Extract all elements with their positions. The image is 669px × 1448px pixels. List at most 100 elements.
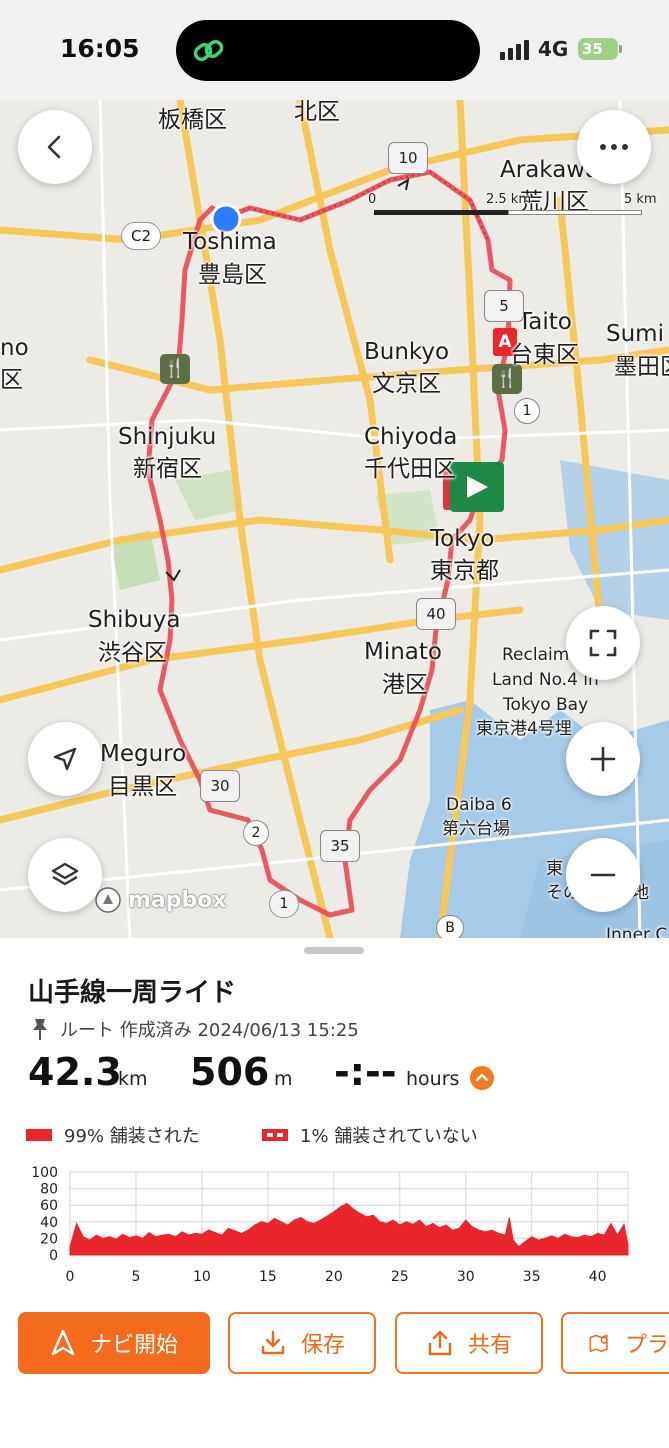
elevation-chart[interactable]: 0204060801000 5 10 15 20 25 30 35 40 — [0, 1162, 669, 1292]
start-marker[interactable]: A — [493, 330, 517, 354]
chevron-up-icon — [475, 1073, 489, 1082]
map-label-meguro: Meguro — [100, 741, 187, 767]
expand-icon — [589, 629, 617, 657]
more-options-button[interactable] — [577, 110, 651, 184]
km-marker: 5 — [484, 290, 524, 322]
map-pin-icon — [589, 1334, 608, 1352]
legend-paved-swatch — [26, 1129, 52, 1141]
back-button[interactable] — [18, 110, 92, 184]
share-icon — [428, 1330, 452, 1356]
map-label-chiyoda-jp: 千代田区 — [364, 456, 456, 482]
mapbox-text: mapbox — [128, 887, 227, 913]
distance-unit: km — [118, 1068, 148, 1090]
map-label-tokyo-port: 東京港4号埋 — [476, 719, 572, 739]
map-label-daiba-jp: 第六台場 — [442, 819, 510, 839]
chart-y-tick-label: 80 — [40, 1182, 58, 1198]
chevron-left-icon — [47, 135, 61, 159]
road-shield: C2 — [121, 222, 161, 250]
map-label-minato-jp: 港区 — [382, 672, 428, 698]
fullscreen-button[interactable] — [566, 606, 640, 680]
elevation-value: 506 — [190, 1050, 270, 1094]
share-label: 共有 — [467, 1333, 512, 1358]
chart-y-tick-label: 0 — [49, 1248, 58, 1264]
legend-unpaved-label: 1% 舗装されていない — [300, 1126, 478, 1147]
pin-icon — [33, 1019, 47, 1040]
map-label-edge-left: no — [0, 335, 29, 361]
chart-x-tick-label: 20 — [325, 1269, 343, 1285]
map-label-reclaim: Reclaim — [502, 645, 570, 665]
legend-unpaved-swatch — [262, 1129, 288, 1141]
chart-x-tick-label: 5 — [131, 1269, 140, 1285]
map-label-taito: Taito — [518, 309, 572, 335]
scale-bar-dark — [374, 210, 508, 215]
road-shield: 1 — [269, 890, 299, 918]
ellipsis-icon — [600, 144, 628, 150]
map-scale: 0 2.5 km 5 km — [368, 190, 663, 230]
map-label-kita: 北区 — [294, 100, 340, 125]
legend-paved: 99% 舗装された — [26, 1122, 200, 1148]
chart-y-tick-label: 40 — [40, 1215, 58, 1231]
restaurant-icon[interactable]: 🍴 — [160, 354, 190, 384]
route-map[interactable]: 板橋区 北区 Arakawa 荒川区 Toshima 豊島区 Taito 台東区… — [0, 100, 669, 938]
speed-settings-button[interactable] — [470, 1066, 494, 1090]
sheet-grabber[interactable] — [304, 947, 364, 954]
route-meta-text: ルート 作成済み 2024/06/13 15:25 — [60, 1020, 359, 1041]
share-button[interactable]: 共有 — [395, 1312, 543, 1374]
road-shield: B — [436, 915, 464, 938]
navigation-icon — [51, 1329, 75, 1356]
road-shield: 1 — [514, 398, 540, 424]
route-detail-sheet: 山手線一周ライド ルート 作成済み 2024/06/13 15:25 42.3 … — [0, 938, 669, 1448]
map-label-bunkyo: Bunkyo — [364, 339, 450, 365]
map-label-minato: Minato — [364, 639, 442, 665]
legend-paved-label: 99% 舗装された — [64, 1126, 200, 1147]
link-icon — [193, 39, 224, 62]
zoom-in-button[interactable] — [566, 722, 640, 796]
chart-x-tick-label: 25 — [391, 1269, 409, 1285]
map-label-bunkyo-jp: 文京区 — [372, 371, 441, 397]
start-navigation-button[interactable]: ナビ開始 — [18, 1312, 210, 1374]
map-label-itabashi: 板橋区 — [158, 107, 227, 133]
chart-x-tick-label: 0 — [66, 1269, 75, 1285]
route-title: 山手線一周ライド — [28, 978, 237, 1008]
restaurant-icon[interactable]: 🍴 — [492, 364, 522, 394]
map-label-shibuya: Shibuya — [88, 607, 181, 633]
map-label-tokyo-jp: 東京都 — [430, 558, 499, 584]
start-navigation-label: ナビ開始 — [89, 1333, 178, 1358]
map-label-meguro-jp: 目黒区 — [108, 774, 177, 800]
status-time: 16:05 — [60, 34, 140, 63]
elevation-unit: m — [274, 1068, 293, 1090]
map-label-shinjuku: Shinjuku — [118, 424, 217, 450]
map-label-shinjuku-jp: 新宿区 — [133, 456, 202, 482]
save-button[interactable]: 保存 — [228, 1312, 376, 1374]
plan-button[interactable]: プラ — [561, 1312, 669, 1374]
scale-mid: 2.5 km — [486, 192, 531, 207]
time-value: -:-- — [334, 1050, 397, 1094]
elevation-area-series — [69, 1202, 629, 1256]
map-label-inner: Inner C — [606, 925, 668, 938]
km-marker: 30 — [200, 770, 240, 802]
scale-end: 5 km — [624, 192, 657, 207]
battery-level: 35 — [578, 38, 618, 60]
route-meta: ルート 作成済み 2024/06/13 15:25 — [30, 1016, 359, 1042]
map-label-east: 東 — [546, 859, 563, 879]
map-layers-button[interactable] — [28, 838, 102, 912]
locate-me-button[interactable] — [28, 722, 102, 796]
map-label-toshima-jp: 豊島区 — [198, 262, 267, 288]
km-marker: 35 — [320, 830, 360, 862]
road-shield: 2 — [243, 820, 269, 846]
chart-x-tick-label: 10 — [193, 1269, 211, 1285]
mapbox-attribution[interactable]: mapbox — [94, 886, 227, 914]
status-bar: 16:05 4G 35 — [0, 0, 669, 100]
chart-x-tick-label: 40 — [589, 1269, 607, 1285]
chart-y-tick-label: 100 — [31, 1165, 58, 1181]
zoom-out-button[interactable] — [566, 838, 640, 912]
cellular-signal-icon — [500, 40, 529, 60]
distance-value: 42.3 — [28, 1050, 122, 1094]
map-label-daiba: Daiba 6 — [446, 795, 512, 815]
km-marker: 10 — [388, 142, 428, 174]
scale-bar-light — [508, 210, 642, 215]
chart-x-tick-label: 30 — [457, 1269, 475, 1285]
map-label-sumida-jp: 墨田区 — [614, 354, 669, 380]
save-label: 保存 — [300, 1333, 345, 1358]
network-type: 4G — [538, 37, 569, 61]
